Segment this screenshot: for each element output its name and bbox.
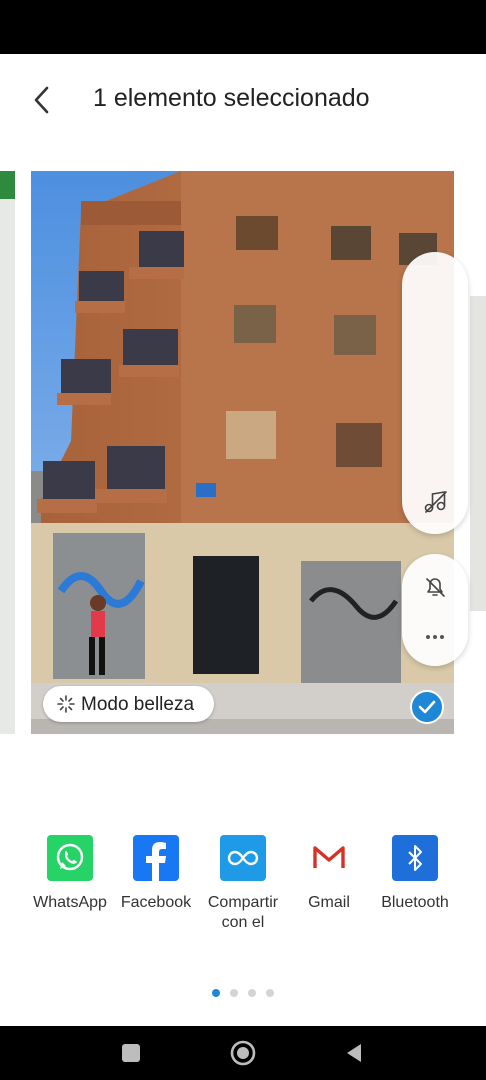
previous-photo-edge[interactable] [0,171,15,734]
selection-header: 1 elemento seleccionado [0,54,486,150]
home-button[interactable] [228,1038,258,1068]
notification-toggle-button[interactable] [418,570,452,604]
share-label: Bluetooth [381,894,449,911]
status-bar [0,0,486,54]
share-bluetooth[interactable]: Bluetooth [372,832,458,913]
floating-panel-top [402,252,468,534]
music-toggle-button[interactable] [418,484,452,518]
share-label: Facebook [120,894,192,911]
back-nav-button[interactable] [340,1038,370,1068]
share-apps-row: WhatsApp Facebook Compartir con el Gmail [0,832,486,942]
music-off-icon [424,491,447,513]
share-facebook[interactable]: Facebook [113,832,199,913]
recents-icon [122,1044,140,1062]
floating-panel-bottom [402,554,468,666]
page-indicator [212,989,282,999]
page-dot[interactable] [266,989,274,997]
photo-image [31,171,454,734]
selected-check[interactable] [410,690,444,724]
beauty-mode-label: Modo belleza [81,694,195,715]
page-dot[interactable] [230,989,238,997]
share-compartir[interactable]: Compartir con el [200,832,286,933]
share-gmail[interactable]: Gmail [286,832,372,913]
page-title: 1 elemento seleccionado [93,84,370,112]
whatsapp-icon [47,835,93,881]
floating-controls [402,252,468,666]
share-label: Gmail [308,894,350,911]
facebook-icon [133,835,179,881]
home-icon [230,1040,256,1066]
next-photo-edge[interactable] [470,296,486,611]
share-whatsapp[interactable]: WhatsApp [27,832,113,913]
share-link-icon [220,835,266,881]
page-dot[interactable] [248,989,256,997]
recents-button[interactable] [116,1038,146,1068]
sparkle-icon [57,695,75,713]
back-button[interactable] [26,80,60,120]
bluetooth-icon [392,835,438,881]
notification-off-icon [426,578,445,597]
page-dot[interactable] [212,989,220,997]
beauty-mode-button[interactable]: Modo belleza [43,686,214,722]
more-options-button[interactable] [418,620,452,654]
back-icon [347,1044,361,1062]
gmail-icon [306,835,352,881]
selected-photo[interactable] [31,171,454,734]
share-label: Compartir con el [207,894,279,931]
check-icon [418,700,436,714]
navigation-bar [0,1026,486,1080]
chevron-left-icon [34,86,49,114]
more-icon [426,635,444,639]
share-label: WhatsApp [33,894,107,911]
